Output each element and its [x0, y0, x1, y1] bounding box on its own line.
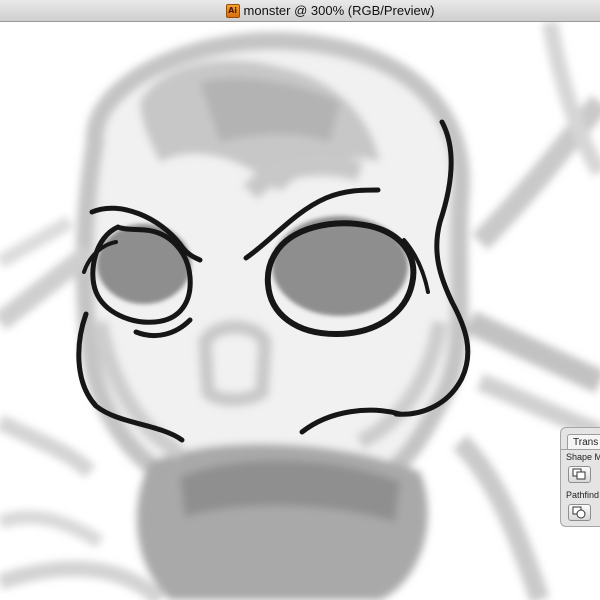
unite-button[interactable]	[568, 466, 591, 483]
sketch-underlay	[0, 22, 600, 600]
panel-divider	[561, 449, 600, 450]
divide-button[interactable]	[568, 504, 591, 521]
document-title-bar[interactable]: Ai monster @ 300% (RGB/Preview)	[0, 0, 600, 22]
document-title: monster @ 300% (RGB/Preview)	[243, 3, 435, 18]
divide-icon	[572, 506, 586, 519]
artboard-canvas[interactable]	[0, 22, 600, 600]
left-eye-socket	[97, 224, 191, 304]
artwork	[0, 22, 600, 600]
illustrator-doc-icon: Ai	[225, 3, 240, 18]
pathfinder-panel[interactable]: Trans Shape M Pathfind	[560, 427, 600, 527]
unite-icon	[572, 468, 586, 480]
tab-transform[interactable]: Trans	[567, 434, 600, 450]
title-group: Ai monster @ 300% (RGB/Preview)	[225, 3, 435, 18]
pathfinders-label: Pathfind	[566, 490, 600, 500]
shape-modes-label: Shape M	[566, 452, 600, 462]
